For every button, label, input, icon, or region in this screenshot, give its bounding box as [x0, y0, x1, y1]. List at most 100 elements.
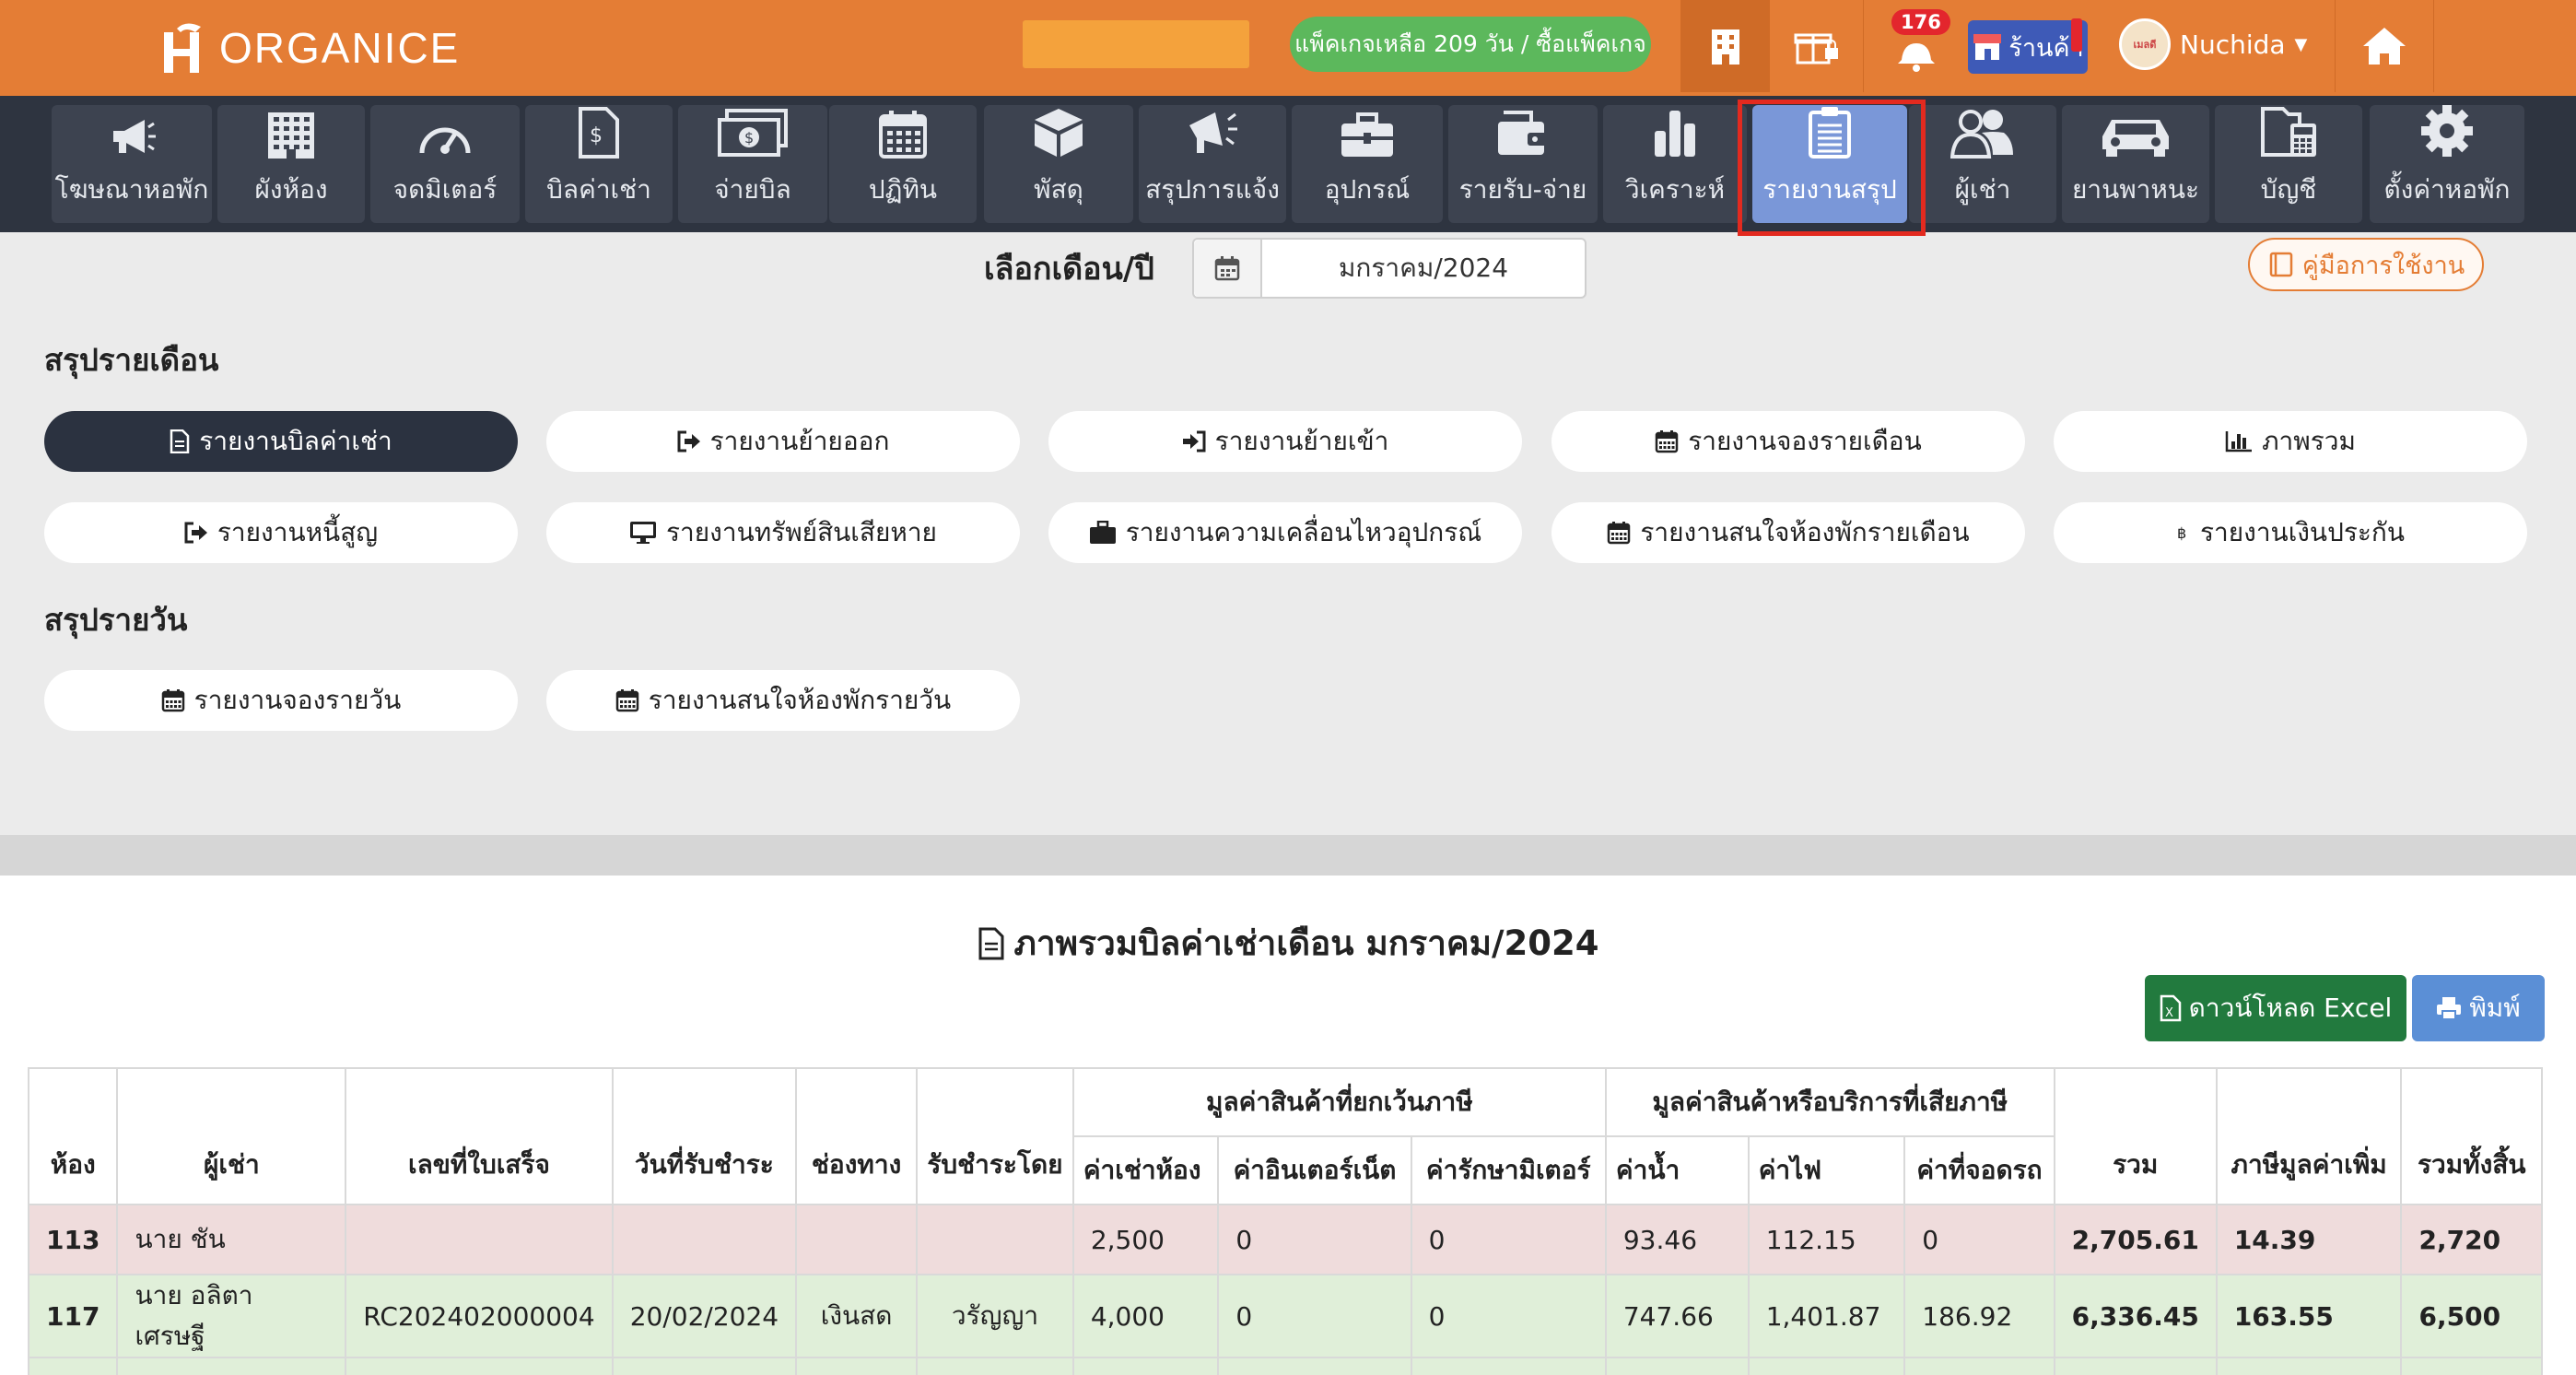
nav-item-invoice[interactable]: $ บิลค่าเช่า	[525, 105, 673, 223]
nav-item-building[interactable]: ผังห้อง	[217, 105, 365, 223]
report-button[interactable]: รายงานทรัพย์สินเสียหาย	[546, 502, 1020, 563]
report-button[interactable]: รายงานบิลค่าเช่า	[44, 411, 518, 472]
property-button[interactable]	[1680, 0, 1769, 92]
megaphone-icon	[106, 114, 158, 170]
home-icon	[2363, 28, 2406, 65]
report-button-label: รายงานจองรายเดือน	[1688, 426, 1922, 456]
nav-item-toolbox[interactable]: อุปกรณ์	[1292, 105, 1443, 223]
col-receipt: เลขที่ใบเสร็จ	[345, 1067, 614, 1205]
cell-vat: 14.39	[2215, 1204, 2403, 1275]
report-button[interactable]: รายงานย้ายออก	[546, 411, 1020, 472]
col-room: ห้อง	[27, 1067, 119, 1205]
redacted-box	[1023, 20, 1249, 68]
report-button-label: รายงานทรัพย์สินเสียหาย	[666, 517, 937, 547]
nav-item-money[interactable]: $ จ่ายบิล	[678, 105, 827, 223]
nav-item-gauge[interactable]: จดมิเตอร์	[370, 105, 520, 223]
report-button[interactable]: รายงานสนใจห้องพักรายเดือน	[1551, 502, 2025, 563]
active-nav-highlight	[1738, 100, 1926, 236]
report-button[interactable]: รายงานย้ายเข้า	[1048, 411, 1522, 472]
nav-item-box[interactable]: พัสดุ	[984, 105, 1133, 223]
nav-item-label: จ่ายบิล	[714, 174, 791, 205]
report-button[interactable]: ภาพรวม	[2054, 411, 2527, 472]
package-button[interactable]: แพ็คเกจเหลือ 209 วัน / ซื้อแพ็คเกจ	[1290, 17, 1651, 72]
gauge-icon	[416, 112, 474, 170]
cell-channel: เงินสด	[795, 1357, 919, 1375]
bar-chart-icon	[1649, 107, 1701, 170]
shop-alert-badge	[2071, 18, 2082, 52]
report-button-label: รายงานสนใจห้องพักรายเดือน	[1640, 517, 1970, 547]
notifications-button[interactable]: 176	[1863, 0, 1968, 92]
nav-item-car[interactable]: ยานพาหนะ	[2062, 105, 2209, 223]
report-button[interactable]: รายงานสนใจห้องพักรายวัน	[546, 670, 1020, 731]
nav-item-label: ผังห้อง	[254, 174, 328, 205]
table-row: 202RC20240200000622/02/2024เงินสดวรัญญา0…	[27, 1357, 2543, 1375]
print-button[interactable]: พิมพ์	[2412, 975, 2545, 1041]
calendar-icon[interactable]	[1194, 240, 1262, 297]
briefcase-icon	[1089, 521, 1117, 545]
calculator-icon	[2259, 103, 2318, 170]
table-row: 117 นาย อลิตา เศรษฐี RC202402000004 20/02/2…	[27, 1274, 2543, 1358]
nav-item-label: โฆษณาหอพัก	[54, 174, 209, 205]
avatar: เมลดี	[2119, 18, 2171, 70]
rent-bill-table: ห้อง ผู้เช่า เลขที่ใบเสร็จ วันที่รับชำระ…	[27, 1067, 2543, 1375]
building-icon	[263, 109, 320, 170]
nav-item-calculator[interactable]: บัญชี	[2215, 105, 2362, 223]
month-year-picker[interactable]: มกราคม/2024	[1192, 238, 1587, 299]
toolbox-icon	[1338, 111, 1397, 170]
cell-water: 93.46	[1604, 1204, 1750, 1275]
col-paid-date: วันที่รับชำระ	[611, 1067, 798, 1205]
top-bar: ORGANICE แพ็คเกจเหลือ 209 วัน / ซื้อแพ็ค…	[0, 0, 2576, 96]
shop-button[interactable]: ร้านค้า	[1968, 18, 2088, 74]
col-parking: ค่าที่จอดรถ	[1903, 1135, 2055, 1205]
cell-received-by: วรัญญา	[916, 1357, 1074, 1375]
nav-item-label: ตั้งค่าหอพัก	[2383, 174, 2511, 205]
col-channel: ช่องทาง	[795, 1067, 919, 1205]
sign-out-icon	[184, 522, 208, 544]
book-icon	[2269, 252, 2293, 277]
home-button[interactable]	[2335, 0, 2434, 92]
nav-item-calendar[interactable]: ปฏิทิน	[829, 105, 977, 223]
download-excel-button[interactable]: X ดาวน์โหลด Excel	[2145, 975, 2406, 1041]
nav-item-wallet[interactable]: รายรับ-จ่าย	[1448, 105, 1598, 223]
bar-chart-icon	[2225, 430, 2253, 452]
cell-parking: 93.46	[1903, 1357, 2055, 1375]
cell-internet: 300	[1217, 1357, 1412, 1375]
svg-text:฿: ฿	[2177, 524, 2186, 542]
cell-total: 1,328.04	[2053, 1357, 2218, 1375]
report-button-label: รายงานจองรายวัน	[193, 685, 402, 715]
nav-item-label: รายรับ-จ่าย	[1458, 174, 1587, 205]
nav-item-bar-chart[interactable]: วิเคราะห์	[1603, 105, 1747, 223]
nav-item-label: ยานพาหนะ	[2071, 174, 2200, 205]
report-button[interactable]: รายงานจองรายเดือน	[1551, 411, 2025, 472]
nav-item-label: อุปกรณ์	[1324, 174, 1411, 205]
cell-meter-fee: 0	[1410, 1357, 1607, 1375]
nav-item-gear[interactable]: ตั้งค่าหอพัก	[2370, 105, 2524, 223]
cell-paid-date: 22/02/2024	[611, 1357, 798, 1375]
gift-button[interactable]	[1769, 0, 1863, 92]
svg-text:$: $	[590, 124, 603, 147]
building-icon	[1711, 29, 1739, 65]
app-logo[interactable]: ORGANICE	[158, 17, 460, 79]
report-button[interactable]: ฿ รายงานเงินประกัน	[2054, 502, 2527, 563]
user-manual-button[interactable]: คู่มือการใช้งาน	[2248, 238, 2484, 291]
printer-icon	[2437, 997, 2462, 1020]
wallet-icon	[1494, 109, 1551, 170]
report-button-label: รายงานสนใจห้องพักรายวัน	[648, 685, 952, 715]
car-icon	[2099, 112, 2172, 170]
nav-item-label: บิลค่าเช่า	[546, 174, 651, 205]
nav-item-bullhorn[interactable]: สรุปการแจ้ง	[1139, 105, 1286, 223]
col-total: รวม	[2053, 1067, 2218, 1205]
nav-item-users[interactable]: ผู้เช่า	[1909, 105, 2056, 223]
report-button[interactable]: รายงานหนี้สูญ	[44, 502, 518, 563]
col-vat: ภาษีมูลค่าเพิ่ม	[2215, 1067, 2403, 1205]
report-button[interactable]: รายงานความเคลื่อนไหวอุปกรณ์	[1048, 502, 1522, 563]
nav-item-megaphone[interactable]: โฆษณาหอพัก	[52, 105, 212, 223]
cell-internet: 0	[1217, 1204, 1412, 1275]
cell-receipt	[345, 1204, 614, 1275]
gear-icon	[2419, 103, 2475, 170]
report-button[interactable]: รายงานจองรายวัน	[44, 670, 518, 731]
user-menu[interactable]: เมลดี Nuchida ▼	[2119, 17, 2307, 72]
baht-icon: ฿	[2176, 522, 2191, 544]
cell-electric: 0	[1747, 1357, 1906, 1375]
report-title: ภาพรวมบิลค่าเช่าเดือน มกราคม/2024	[0, 916, 2576, 970]
